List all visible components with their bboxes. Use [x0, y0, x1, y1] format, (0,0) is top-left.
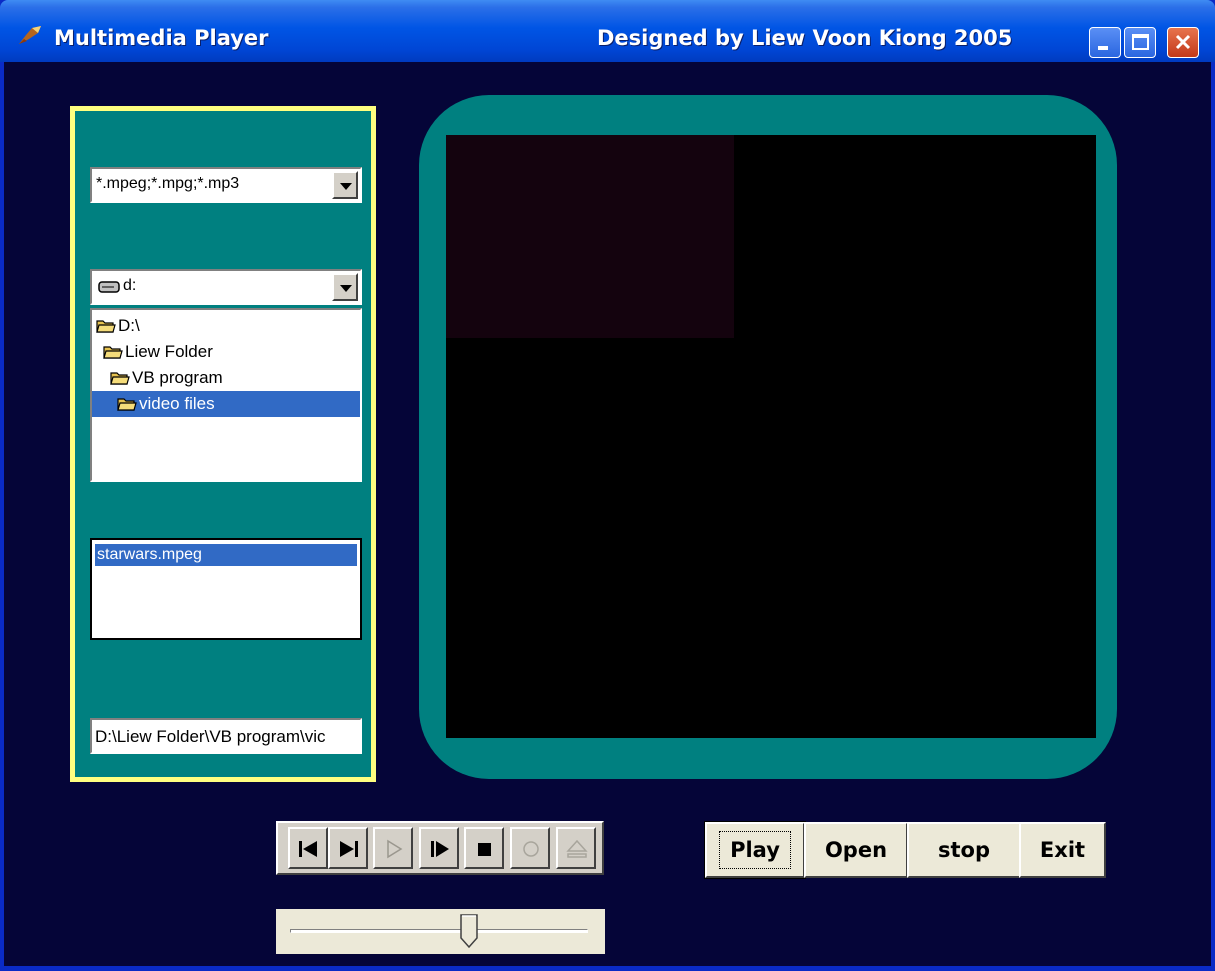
step-button[interactable] [419, 827, 459, 869]
maximize-button[interactable] [1124, 27, 1156, 58]
drive-combo[interactable]: d: [90, 269, 362, 305]
file-browser-panel: *.mpeg;*.mpg;*.mp3 d: D:\ Liew Folder VB… [70, 106, 376, 782]
app-icon [19, 26, 41, 44]
directory-item[interactable]: VB program [110, 365, 223, 391]
designer-credit: Designed by Liew Voon Kiong 2005 [597, 26, 1013, 50]
drive-value: d: [123, 277, 137, 294]
open-button[interactable]: Open [804, 822, 908, 878]
exit-button[interactable]: Exit [1019, 822, 1106, 878]
window-title: Multimedia Player [54, 26, 269, 50]
prev-button[interactable] [288, 827, 328, 869]
file-pattern-value: *.mpeg;*.mpg;*.mp3 [96, 175, 240, 192]
video-frame-content [446, 135, 734, 338]
step-icon [431, 841, 449, 857]
stop-button[interactable]: stop [907, 822, 1021, 878]
stop-control-button[interactable] [464, 827, 504, 869]
file-path-value: D:\Liew Folder\VB program\vic [95, 727, 326, 746]
close-icon [1175, 34, 1191, 50]
open-folder-icon [117, 397, 137, 411]
play-icon [387, 839, 403, 859]
next-icon [340, 841, 358, 857]
app-window: Multimedia Player Designed by Liew Voon … [0, 0, 1215, 971]
stop-icon [478, 843, 491, 856]
open-folder-icon [110, 371, 130, 385]
play-button-label: Play [719, 831, 791, 869]
file-path-field[interactable]: D:\Liew Folder\VB program\vic [90, 718, 362, 754]
file-pattern-dropdown-button[interactable] [332, 171, 358, 199]
directory-item[interactable]: D:\ [96, 313, 140, 339]
window-border [0, 966, 1215, 971]
client-area: *.mpeg;*.mpg;*.mp3 d: D:\ Liew Folder VB… [4, 62, 1211, 967]
drive-dropdown-button[interactable] [332, 273, 358, 301]
close-button[interactable] [1167, 27, 1199, 58]
directory-item-selected[interactable]: video files [92, 391, 360, 417]
directory-label: VB program [132, 368, 223, 387]
eject-button[interactable] [556, 827, 596, 869]
open-folder-icon [96, 319, 116, 333]
minimize-icon [1098, 46, 1108, 50]
file-list[interactable]: starwars.mpeg [90, 538, 362, 640]
next-button[interactable] [328, 827, 368, 869]
slider-thumb[interactable] [459, 914, 479, 948]
eject-icon [566, 839, 588, 858]
video-display[interactable] [446, 135, 1096, 738]
directory-label: D:\ [118, 316, 140, 335]
maximize-icon [1132, 34, 1149, 50]
directory-label: Liew Folder [125, 342, 213, 361]
directory-list[interactable]: D:\ Liew Folder VB program video files [90, 308, 362, 482]
open-folder-icon [103, 345, 123, 359]
file-pattern-combo[interactable]: *.mpeg;*.mpg;*.mp3 [90, 167, 362, 203]
chevron-down-icon [340, 285, 352, 292]
prev-icon [299, 841, 317, 857]
minimize-button[interactable] [1089, 27, 1121, 58]
play-button[interactable]: Play [704, 821, 806, 879]
directory-item[interactable]: Liew Folder [103, 339, 213, 365]
title-bar[interactable]: Multimedia Player Designed by Liew Voon … [0, 0, 1215, 62]
chevron-down-icon [340, 183, 352, 190]
play-control-button[interactable] [373, 827, 413, 869]
directory-label: video files [139, 394, 215, 413]
slider-track[interactable] [290, 929, 588, 933]
file-list-item-selected[interactable]: starwars.mpeg [95, 544, 357, 566]
record-button[interactable] [510, 827, 550, 869]
position-slider[interactable] [276, 909, 605, 954]
media-control-bar [276, 821, 604, 875]
drive-icon [98, 281, 120, 293]
record-icon [523, 841, 539, 857]
